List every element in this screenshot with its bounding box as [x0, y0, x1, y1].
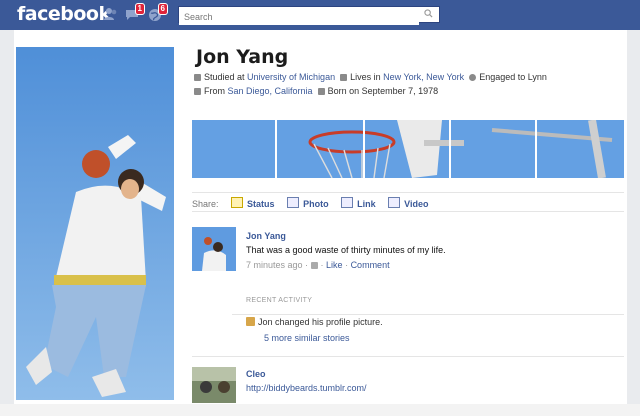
recent-activity-item: Jon changed his profile picture.	[246, 317, 383, 327]
notifications-globe-icon[interactable]: 6	[147, 3, 168, 22]
search-input[interactable]	[179, 9, 419, 25]
heart-icon	[469, 74, 477, 81]
share-photo-button[interactable]: Photo	[287, 197, 329, 209]
hometown-link[interactable]: San Diego, California	[228, 86, 313, 96]
comment-link[interactable]: Comment	[351, 260, 390, 270]
search-box[interactable]	[178, 6, 440, 25]
post-author-link[interactable]: Cleo	[246, 369, 266, 379]
profile-picture[interactable]	[16, 47, 174, 400]
hometown-icon	[194, 88, 201, 95]
school-link[interactable]: University of Michigan	[247, 72, 335, 82]
post-meta: 7 minutes ago · · Like · Comment	[246, 260, 390, 270]
messages-icon[interactable]: 1	[124, 3, 145, 22]
education-icon	[194, 74, 201, 81]
birthday: Born on September 7, 1978	[327, 86, 439, 96]
link-icon	[341, 197, 354, 208]
photo-icon	[287, 197, 300, 208]
more-stories-link[interactable]: 5 more similar stories	[264, 333, 350, 343]
page-footer	[0, 404, 640, 416]
recent-activity-title: RECENT ACTIVITY	[246, 297, 313, 304]
profile-info-line-2: From San Diego, California Born on Septe…	[194, 86, 438, 96]
divider	[192, 356, 624, 357]
friend-requests-icon[interactable]	[103, 6, 119, 22]
lock-icon	[310, 262, 318, 269]
relationship-status: Engaged to Lynn	[479, 72, 547, 82]
profile-picture-icon	[246, 317, 255, 326]
notifications-badge: 6	[157, 3, 168, 15]
main-content: Jon Yang Studied at University of Michig…	[14, 30, 627, 416]
post-timestamp[interactable]: 7 minutes ago	[246, 260, 303, 270]
facebook-logo[interactable]: facebook	[17, 3, 111, 25]
share-label: Share:	[192, 199, 219, 209]
divider	[232, 314, 624, 315]
like-link[interactable]: Like	[326, 260, 343, 270]
profile-name: Jon Yang	[196, 46, 289, 68]
avatar[interactable]	[192, 227, 236, 271]
birthday-icon	[317, 88, 325, 95]
share-link-button[interactable]: Link	[341, 197, 376, 209]
profile-info-line-1: Studied at University of Michigan Lives …	[194, 72, 547, 82]
share-bar: Share: Status Photo Link Video	[192, 192, 624, 212]
status-icon	[231, 197, 244, 208]
share-video-button[interactable]: Video	[388, 197, 428, 209]
messages-badge: 1	[134, 3, 145, 15]
share-status-button[interactable]: Status	[231, 197, 275, 209]
post-text: That was a good waste of thirty minutes …	[246, 245, 446, 255]
avatar[interactable]	[192, 367, 236, 403]
photo-strip[interactable]	[192, 120, 624, 178]
shared-link[interactable]: http://biddybeards.tumblr.com/	[246, 383, 367, 393]
top-bar: facebook 1 6	[0, 0, 640, 30]
search-icon[interactable]	[424, 9, 433, 18]
home-icon	[340, 74, 348, 81]
post-author-link[interactable]: Jon Yang	[246, 231, 286, 241]
video-icon	[388, 197, 401, 208]
city-link[interactable]: New York, New York	[383, 72, 464, 82]
